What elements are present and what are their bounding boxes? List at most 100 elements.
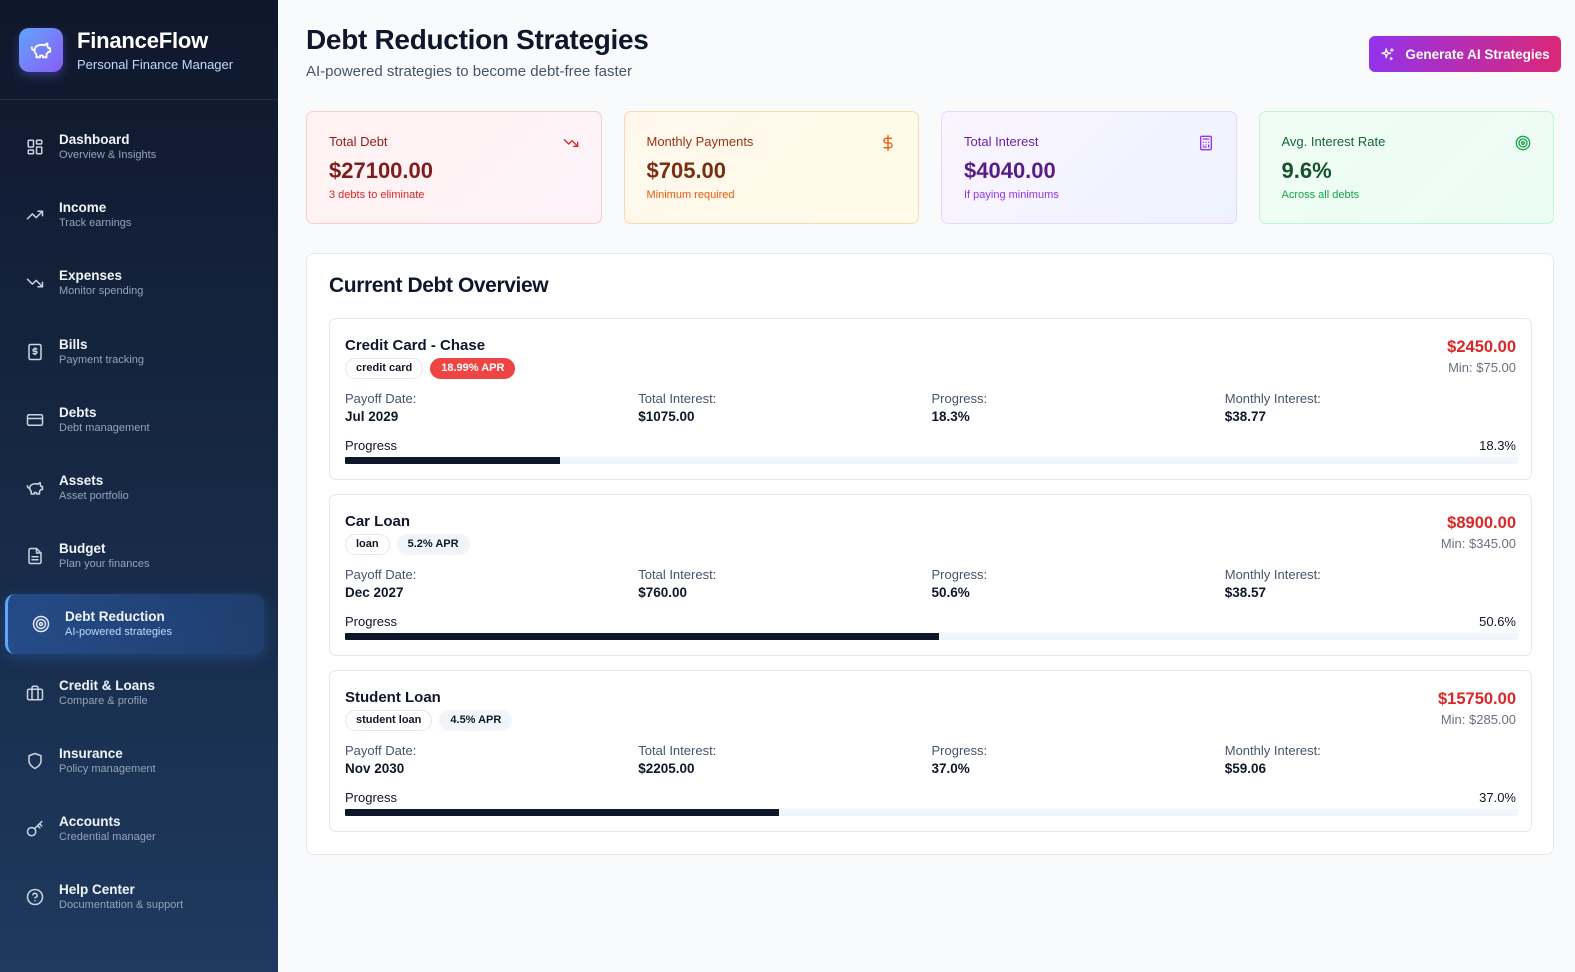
credit-card-icon [26,411,44,429]
progress-bar-fill [345,457,560,464]
sidebar-item-income[interactable]: Income Track earnings [5,185,264,245]
target-icon [1515,135,1531,151]
target-icon [32,615,50,633]
sidebar-item-help-center[interactable]: Help Center Documentation & support [5,867,264,927]
trending-up-icon [26,206,44,224]
briefcase-icon [26,684,44,702]
progress-bar-percent: 18.3% [1479,438,1516,453]
progress-value: 18.3% [931,409,970,424]
debt-type-badge: credit card [345,358,424,379]
brand-subtitle: Personal Finance Manager [77,56,234,72]
sidebar-item-budget[interactable]: Budget Plan your finances [5,526,264,586]
stat-label: Total Debt [329,134,388,149]
sidebar-item-label: Expenses [59,268,123,284]
debt-balance: $2450.00 [1447,338,1516,356]
sidebar-item-sub: Payment tracking [59,353,144,366]
sidebar-item-sub: Compare & profile [59,694,148,707]
apr-badge: 18.99% APR [430,358,516,379]
stat-card-total-debt: Total Debt $27100.00 3 debts to eliminat… [306,111,602,224]
stat-label: Total Interest [964,134,1039,149]
sidebar-item-bills[interactable]: Bills Payment tracking [5,322,264,382]
progress-label: Progress: [931,743,988,758]
section-title: Current Debt Overview [329,274,549,297]
sidebar-item-debts[interactable]: Debts Debt management [5,390,264,450]
sidebar-item-insurance[interactable]: Insurance Policy management [5,731,264,791]
payoff-date-value: Nov 2030 [345,761,405,776]
payoff-date-label: Payoff Date: [345,743,417,758]
stat-card-avg-interest-rate: Avg. Interest Rate 9.6% Across all debts [1258,111,1554,224]
progress-bar-label: Progress [345,614,398,629]
progress-value: 50.6% [931,585,970,600]
sidebar-item-sub: Credential manager [59,830,156,843]
progress-label: Progress: [931,567,988,582]
debt-name: Credit Card - Chase [345,337,486,354]
progress-bar-percent: 37.0% [1479,790,1516,805]
debt-minimum: Min: $285.00 [1440,712,1516,727]
sidebar-item-debt-reduction[interactable]: Debt Reduction AI-powered strategies [5,594,264,655]
debt-balance: $8900.00 [1447,514,1516,532]
help-circle-icon [26,888,44,906]
document-icon [26,547,44,565]
sidebar-item-accounts[interactable]: Accounts Credential manager [5,799,264,859]
sidebar-item-credit-loans[interactable]: Credit & Loans Compare & profile [5,663,264,723]
sidebar-item-sub: Documentation & support [59,899,184,912]
sidebar-nav: Dashboard Overview & Insights Income Track… [0,100,278,927]
trending-down-icon [563,135,579,151]
debt-type-badge: student loan [345,710,433,731]
total-interest-value: $1075.00 [638,409,695,424]
total-interest-value: $2205.00 [638,761,695,776]
monthly-interest-label: Monthly Interest: [1224,391,1321,406]
stat-label: Monthly Payments [646,134,754,149]
trending-down-icon [26,274,44,292]
sidebar-item-label: Debts [59,404,97,420]
calculator-icon [1198,135,1214,151]
debt-balance: $15750.00 [1438,690,1516,708]
stat-note: If paying minimums [964,189,1059,201]
generate-ai-strategies-button[interactable]: Generate AI Strategies [1369,36,1561,72]
payoff-date-value: Dec 2027 [345,585,404,600]
sidebar-item-label: Bills [59,336,88,352]
brand-name: FinanceFlow [77,27,209,53]
brand-header: FinanceFlow Personal Finance Manager [0,0,278,100]
debt-name: Car Loan [345,513,411,530]
stat-value: 9.6% [1281,158,1332,183]
debt-card: Credit Card - Chase credit card 18.99% A… [329,318,1532,480]
piggy-bank-logo-icon [19,27,63,72]
progress-bar [345,633,1518,640]
sidebar-item-sub: AI-powered strategies [65,626,172,639]
monthly-interest-label: Monthly Interest: [1224,743,1321,758]
payoff-date-label: Payoff Date: [345,567,417,582]
sidebar-item-expenses[interactable]: Expenses Monitor spending [5,253,264,313]
sidebar-item-label: Accounts [59,813,121,829]
sidebar-item-sub: Asset portfolio [59,489,129,502]
sidebar-item-sub: Monitor spending [59,285,144,298]
apr-badge: 5.2% APR [396,534,470,555]
shield-icon [26,752,44,770]
sidebar-item-label: Help Center [59,882,135,898]
debt-card: Car Loan loan 5.2% APR $8900.00 Min: $34… [329,494,1532,656]
debt-name: Student Loan [345,689,441,706]
progress-bar-fill [345,809,779,816]
progress-bar-percent: 50.6% [1479,614,1516,629]
payoff-date-value: Jul 2029 [345,409,399,424]
monthly-interest-label: Monthly Interest: [1224,567,1321,582]
total-interest-value: $760.00 [638,585,688,600]
progress-bar-fill [345,633,939,640]
sidebar-item-sub: Track earnings [59,217,132,230]
debt-minimum: Min: $345.00 [1440,536,1516,551]
progress-label: Progress: [931,391,988,406]
dashboard-icon [26,138,44,156]
progress-bar-label: Progress [345,790,398,805]
sidebar-item-assets[interactable]: Assets Asset portfolio [5,458,264,518]
current-debt-overview: Current Debt Overview Credit Card - Chas… [306,253,1554,855]
sidebar-item-label: Credit & Loans [59,677,156,693]
sidebar-item-label: Dashboard [59,132,130,147]
progress-bar-label: Progress [345,438,398,453]
sidebar-item-dashboard[interactable]: Dashboard Overview & Insights [5,117,264,177]
sidebar-item-label: Income [59,200,107,216]
total-interest-label: Total Interest: [638,743,717,758]
progress-bar [345,809,1518,816]
summary-stats: Total Debt $27100.00 3 debts to eliminat… [306,111,1554,224]
debt-type-badge: loan [345,534,390,555]
debt-card: Student Loan student loan 4.5% APR $1575… [329,670,1532,832]
